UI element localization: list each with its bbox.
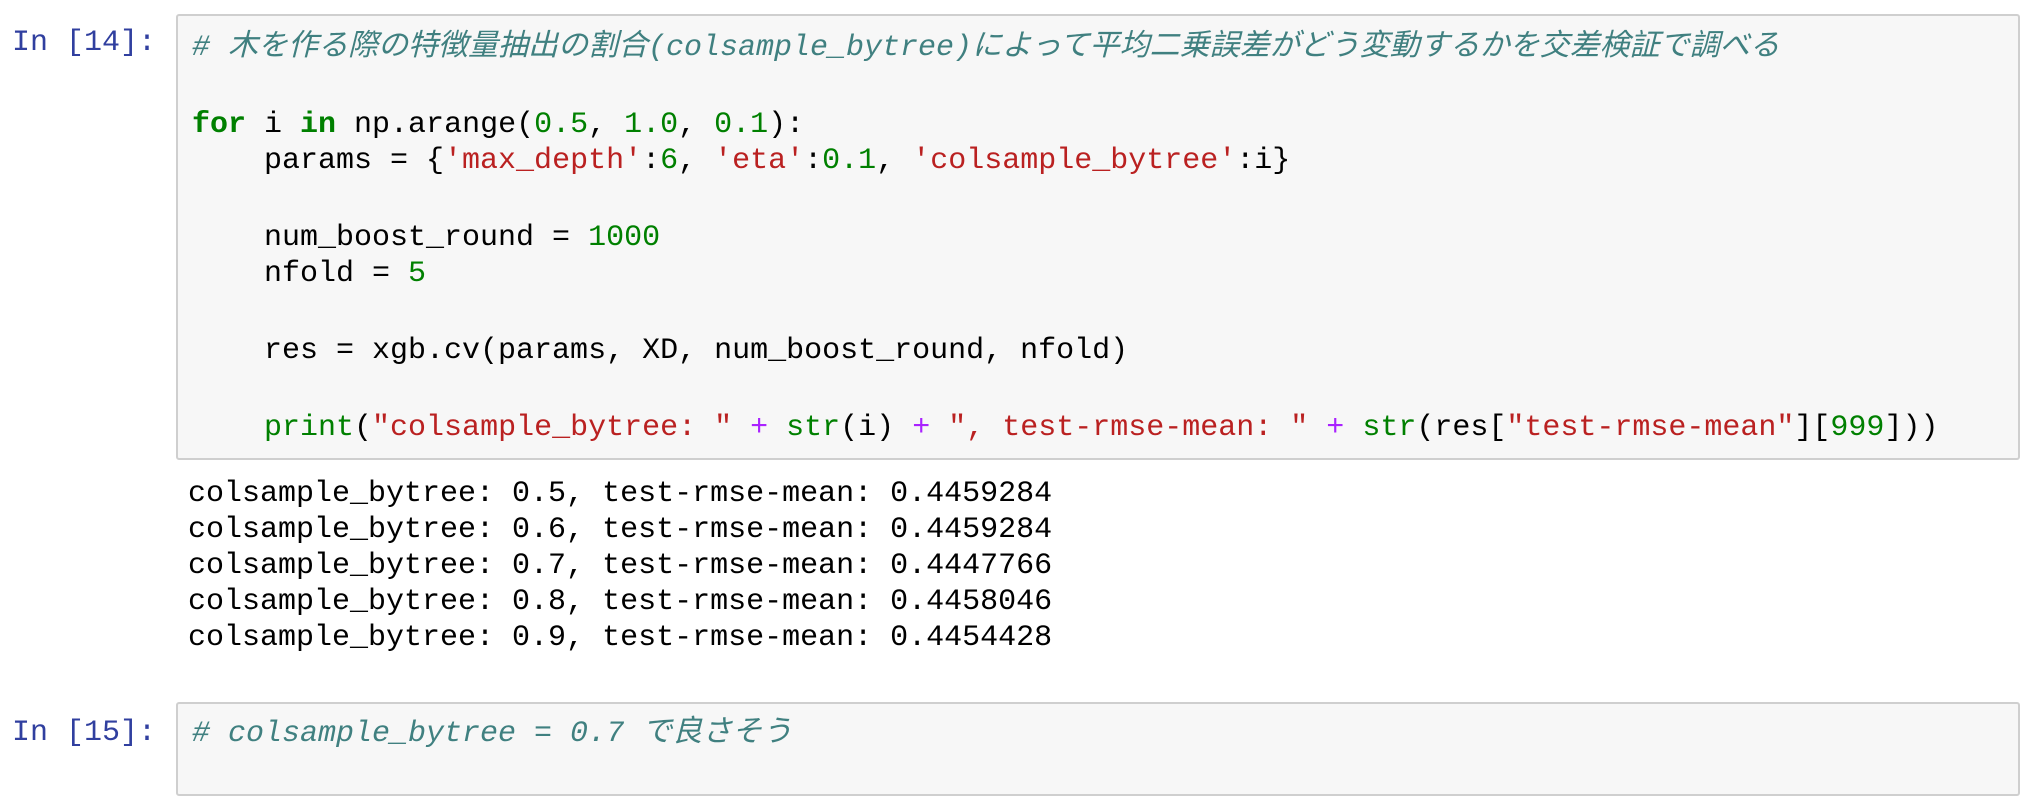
code-line: params = {'max_depth':6, 'eta':0.1, 'col… bbox=[192, 143, 1938, 179]
code-token: , bbox=[678, 108, 715, 142]
code-token: 'eta' bbox=[714, 144, 805, 178]
code-token: # colsample_bytree = 0.7 で良さそう bbox=[192, 717, 793, 751]
code-token: 1.0 bbox=[624, 108, 679, 142]
code-token: i bbox=[246, 108, 301, 142]
code-token: + bbox=[912, 411, 931, 445]
code-token: str bbox=[1362, 411, 1417, 445]
code-token: + bbox=[1326, 411, 1345, 445]
code-token: 0.5 bbox=[534, 108, 589, 142]
code-token: + bbox=[750, 411, 769, 445]
code-token: , bbox=[678, 144, 715, 178]
code-token: 0.1 bbox=[822, 144, 877, 178]
code-token: "test-rmse-mean" bbox=[1506, 411, 1795, 445]
code-editor[interactable]: # colsample_bytree = 0.7 で良さそう bbox=[192, 716, 792, 752]
code-token: ): bbox=[768, 108, 805, 142]
prompt-in-14: In [14]: bbox=[12, 26, 157, 60]
code-token: ])) bbox=[1884, 411, 1939, 445]
code-token: "colsample_bytree: " bbox=[372, 411, 733, 445]
code-token: 999 bbox=[1830, 411, 1885, 445]
output-line: colsample_bytree: 0.7, test-rmse-mean: 0… bbox=[188, 549, 1053, 583]
prompt-in-15: In [15]: bbox=[12, 716, 157, 750]
code-token: :i} bbox=[1236, 144, 1291, 178]
code-token: nfold = bbox=[192, 257, 409, 291]
code-line: # 木を作る際の特徴量抽出の割合(colsample_bytree)によって平均… bbox=[192, 30, 1938, 66]
code-token: for bbox=[192, 108, 247, 142]
code-token: , bbox=[588, 108, 625, 142]
cell-output-14: colsample_bytree: 0.5, test-rmse-mean: 0… bbox=[188, 476, 1052, 656]
code-cell-14[interactable]: # 木を作る際の特徴量抽出の割合(colsample_bytree)によって平均… bbox=[176, 14, 2020, 460]
code-token: 1000 bbox=[588, 221, 661, 255]
code-editor[interactable]: # 木を作る際の特徴量抽出の割合(colsample_bytree)によって平均… bbox=[192, 30, 1938, 446]
code-line: num_boost_round = 1000 bbox=[192, 220, 1938, 256]
code-line: print("colsample_bytree: " + str(i) + ",… bbox=[192, 410, 1938, 446]
code-line: nfold = 5 bbox=[192, 256, 1938, 292]
code-token: 'colsample_bytree' bbox=[912, 144, 1237, 178]
output-line: colsample_bytree: 0.5, test-rmse-mean: 0… bbox=[188, 477, 1053, 511]
code-token: params = { bbox=[192, 144, 445, 178]
code-token: (res[ bbox=[1416, 411, 1507, 445]
code-cell-15[interactable]: # colsample_bytree = 0.7 で良さそう bbox=[176, 702, 2020, 796]
code-token: , bbox=[876, 144, 913, 178]
output-line: colsample_bytree: 0.9, test-rmse-mean: 0… bbox=[188, 621, 1053, 655]
code-token: print bbox=[264, 411, 355, 445]
code-token: # 木を作る際の特徴量抽出の割合(colsample_bytree)によって平均… bbox=[192, 31, 1780, 65]
code-token: (i) bbox=[840, 411, 913, 445]
code-token: 5 bbox=[408, 257, 427, 291]
code-token: np.arange( bbox=[336, 108, 535, 142]
code-token: res = xgb.cv(params, XD, num_boost_round… bbox=[192, 334, 1129, 368]
code-token: ( bbox=[354, 411, 373, 445]
code-token: in bbox=[300, 108, 337, 142]
code-line: for i in np.arange(0.5, 1.0, 0.1): bbox=[192, 107, 1938, 143]
code-token: 0.1 bbox=[714, 108, 769, 142]
code-token: ", test-rmse-mean: " bbox=[948, 411, 1309, 445]
code-line: # colsample_bytree = 0.7 で良さそう bbox=[192, 716, 792, 752]
code-token: 'max_depth' bbox=[444, 144, 643, 178]
code-token: num_boost_round = bbox=[192, 221, 589, 255]
code-token: str bbox=[786, 411, 841, 445]
output-line: colsample_bytree: 0.6, test-rmse-mean: 0… bbox=[188, 513, 1053, 547]
output-line: colsample_bytree: 0.8, test-rmse-mean: 0… bbox=[188, 585, 1053, 619]
code-token: 6 bbox=[660, 144, 679, 178]
code-token: : bbox=[804, 144, 823, 178]
code-line: res = xgb.cv(params, XD, num_boost_round… bbox=[192, 333, 1938, 369]
code-token: ][ bbox=[1794, 411, 1831, 445]
code-token: : bbox=[642, 144, 661, 178]
